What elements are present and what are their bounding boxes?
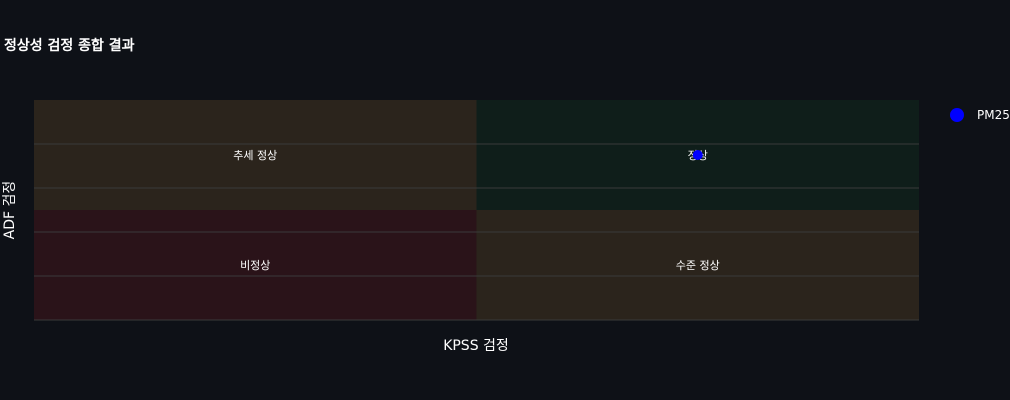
y-axis-title: ADF 검정 (2, 181, 18, 240)
x-axis-title: KPSS 검정 (443, 338, 509, 354)
chart-title: 정상성 검정 종합 결과 (4, 37, 135, 54)
legend-label-0[interactable]: PM25 (977, 108, 1010, 122)
chart-container: 정상성 검정 종합 결과 추세 정상정상비정상수준 정상 KPSS 검정 ADF… (0, 0, 1010, 400)
quadrant-label-0: 추세 정상 (233, 149, 277, 162)
legend-marker-0[interactable] (950, 108, 964, 122)
legend[interactable]: PM25 (950, 108, 1010, 122)
data-point-0-0[interactable] (692, 150, 703, 160)
stationarity-chart: 정상성 검정 종합 결과 추세 정상정상비정상수준 정상 KPSS 검정 ADF… (0, 0, 1010, 400)
quadrant-label-2: 비정상 (240, 259, 270, 272)
plot-area: 추세 정상정상비정상수준 정상 (34, 100, 919, 321)
quadrant-label-3: 수준 정상 (676, 259, 720, 272)
